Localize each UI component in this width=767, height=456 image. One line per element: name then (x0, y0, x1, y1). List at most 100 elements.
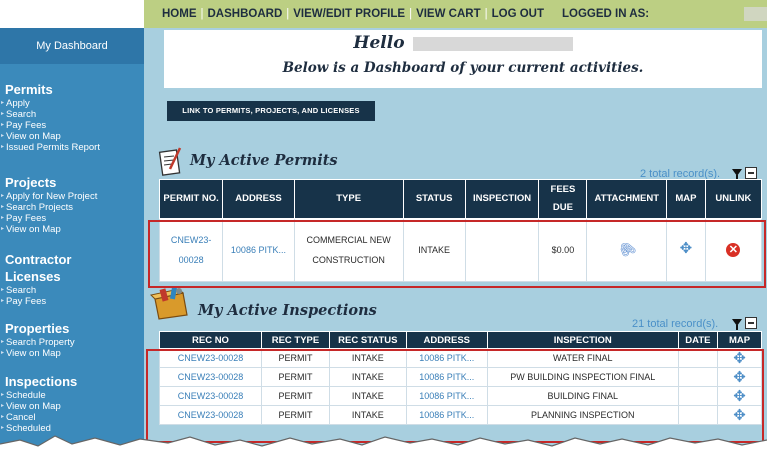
nav-separator: | (409, 8, 413, 20)
rec-no-link[interactable]: CNEW23-00028 (159, 348, 262, 368)
nav-profile-link[interactable]: VIEW/EDIT PROFILE (293, 0, 405, 28)
sidebar-item-issued-permits-report[interactable]: Issued Permits Report (1, 142, 100, 153)
delete-icon[interactable]: ✕ (726, 243, 741, 257)
sidebar-item-view-on-map[interactable]: View on Map (1, 131, 61, 142)
table-row: CNEW23-00028 PERMIT INTAKE 10086 PITK...… (159, 405, 762, 425)
greeting: Hello (164, 33, 762, 53)
main-content: Hello Below is a Dashboard of your curre… (144, 28, 767, 456)
map-cell: ✥ (717, 386, 762, 406)
column-header[interactable]: REC NO (159, 331, 262, 349)
inspection-date (677, 405, 719, 425)
rec-type: PERMIT (260, 348, 330, 368)
active-inspections-heading: My Active Inspections (198, 302, 377, 319)
nav-separator: | (200, 8, 204, 20)
column-header[interactable]: INSPECTION (464, 179, 540, 219)
nav-separator: | (484, 8, 488, 20)
sidebar-item-licenses-search[interactable]: Search (1, 285, 36, 296)
move-icon[interactable]: ✥ (733, 407, 746, 424)
inspection-name: WATER FINAL (486, 348, 679, 368)
dashboard-subtitle: Below is a Dashboard of your current act… (282, 60, 644, 76)
greeting-text: Hello (353, 33, 405, 53)
column-header[interactable]: ATTACHMENT (586, 179, 668, 219)
unlink-cell: ✕ (704, 218, 763, 282)
column-header[interactable]: MAP (717, 331, 762, 349)
column-header[interactable]: ADDRESS (222, 179, 295, 219)
paperclip-icon[interactable]: 🖇 (614, 236, 640, 263)
nav-logout-link[interactable]: LOG OUT (492, 0, 544, 28)
nav-dashboard-link[interactable]: DASHBOARD (208, 0, 283, 28)
column-header[interactable]: MAP (666, 179, 706, 219)
sidebar-item-licenses-pay-fees[interactable]: Pay Fees (1, 296, 46, 307)
column-header[interactable]: FEES DUE (538, 179, 588, 219)
torn-edge (0, 435, 767, 456)
address-link[interactable]: 10086 PITK... (405, 348, 488, 368)
column-header[interactable]: INSPECTION (486, 331, 679, 349)
inspection-name: PW BUILDING INSPECTION FINAL (486, 367, 679, 387)
minimize-icon[interactable] (745, 167, 757, 179)
sidebar-item-search-property[interactable]: Search Property (1, 337, 75, 348)
redacted-username (744, 7, 767, 21)
table-row: CNEW23-00028 PERMIT INTAKE 10086 PITK...… (159, 386, 762, 406)
column-header[interactable]: REC STATUS (328, 331, 407, 349)
sidebar-item-apply-new-project[interactable]: Apply for New Project (1, 191, 97, 202)
rec-no-link[interactable]: CNEW23-00028 (159, 405, 262, 425)
nav-home-link[interactable]: HOME (162, 0, 197, 28)
map-cell: ✥ (717, 348, 762, 368)
sidebar-section-properties: Properties (5, 321, 70, 336)
permit-inspection (464, 218, 540, 282)
rec-no-link[interactable]: CNEW23-00028 (159, 367, 262, 387)
sidebar-item-projects-pay-fees[interactable]: Pay Fees (1, 213, 46, 224)
sidebar-section-inspections: Inspections (5, 374, 78, 389)
map-cell: ✥ (666, 218, 706, 282)
inspection-date (677, 367, 719, 387)
sidebar-section-contractor: Contractor (5, 252, 72, 267)
inspection-name: BUILDING FINAL (486, 386, 679, 406)
rec-no-link[interactable]: CNEW23-00028 (159, 386, 262, 406)
rec-status: INTAKE (328, 405, 407, 425)
rec-status: INTAKE (328, 348, 407, 368)
sidebar-item-projects-view-on-map[interactable]: View on Map (1, 224, 61, 235)
move-icon[interactable]: ✥ (680, 240, 693, 257)
sidebar-section-projects: Projects (5, 175, 57, 190)
filter-icon[interactable] (732, 169, 742, 180)
permits-header-row: PERMIT NO. ADDRESS TYPE STATUS INSPECTIO… (158, 179, 763, 219)
inspections-record-count: 21 total record(s). (632, 318, 719, 330)
nav-cart-link[interactable]: VIEW CART (416, 0, 481, 28)
table-row: CNEW23-00028 PERMIT INTAKE 10086 PITK...… (159, 367, 762, 387)
sidebar-item-search[interactable]: Search (1, 109, 36, 120)
minimize-icon[interactable] (745, 317, 757, 329)
sidebar-item-search-projects[interactable]: Search Projects (1, 202, 73, 213)
move-icon[interactable]: ✥ (733, 388, 746, 405)
column-header[interactable]: ADDRESS (405, 331, 488, 349)
column-header[interactable]: TYPE (293, 179, 404, 219)
sidebar-item-properties-view-on-map[interactable]: View on Map (1, 348, 61, 359)
address-link[interactable]: 10086 PITK... (405, 405, 488, 425)
inspection-date (677, 386, 719, 406)
sidebar-section-licenses: Licenses (5, 269, 61, 284)
rec-type: PERMIT (260, 367, 330, 387)
sidebar-item-cancel[interactable]: Cancel (1, 412, 36, 423)
map-cell: ✥ (717, 367, 762, 387)
column-header[interactable]: REC TYPE (260, 331, 330, 349)
active-permits-heading: My Active Permits (190, 152, 338, 169)
column-header[interactable]: DATE (677, 331, 719, 349)
permit-address-link[interactable]: 10086 PITK... (222, 218, 295, 282)
filter-icon[interactable] (732, 319, 742, 330)
address-link[interactable]: 10086 PITK... (405, 367, 488, 387)
column-header[interactable]: PERMIT NO. (158, 179, 224, 219)
address-link[interactable]: 10086 PITK... (405, 386, 488, 406)
column-header[interactable]: UNLINK (704, 179, 763, 219)
link-permits-button[interactable]: LINK TO PERMITS, PROJECTS, AND LICENSES (167, 101, 375, 121)
table-row: CNEW23-00028 PERMIT INTAKE 10086 PITK...… (159, 348, 762, 368)
toolbox-icon (149, 286, 188, 320)
sidebar-item-schedule[interactable]: Schedule (1, 390, 46, 401)
column-header[interactable]: STATUS (402, 179, 466, 219)
permit-number-link[interactable]: CNEW23-00028 (158, 218, 224, 282)
sidebar-item-apply[interactable]: Apply (1, 98, 30, 109)
sidebar-item-pay-fees[interactable]: Pay Fees (1, 120, 46, 131)
move-icon[interactable]: ✥ (733, 350, 746, 367)
sidebar-item-inspections-view-on-map[interactable]: View on Map (1, 401, 61, 412)
sidebar-dashboard-link[interactable]: My Dashboard (0, 28, 144, 64)
move-icon[interactable]: ✥ (733, 369, 746, 386)
top-nav-bar: HOME | DASHBOARD | VIEW/EDIT PROFILE | VIEW CA… (144, 0, 767, 28)
